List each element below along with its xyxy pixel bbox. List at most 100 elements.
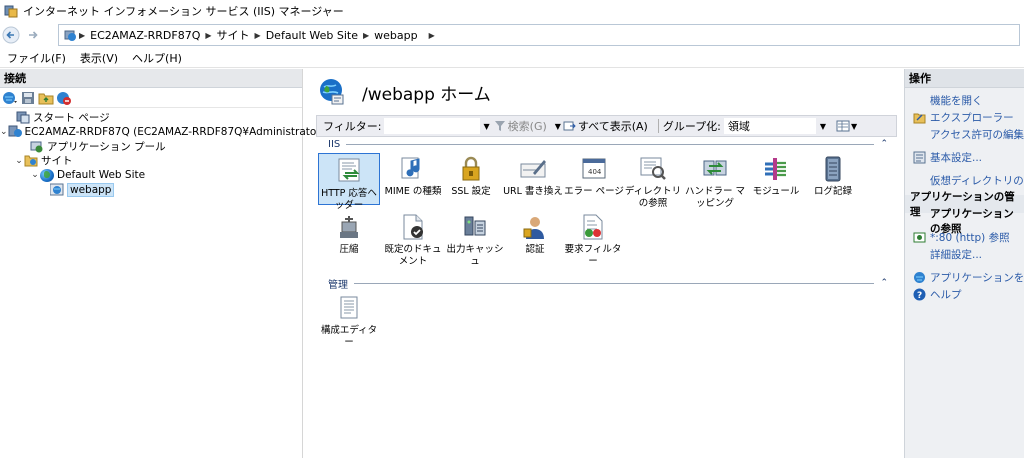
group-by-select[interactable]: 領域 [723,118,816,134]
action-explore[interactable]: エクスプローラー [905,109,1024,126]
start-page-icon [16,111,30,124]
forward-arrow-icon [29,31,38,39]
tree-item-start-page[interactable]: スタート ページ [0,110,302,125]
collapse-icon[interactable]: ⌃ [880,278,888,288]
action-advanced-settings[interactable]: 詳細設定... [905,246,1024,263]
menu-bar: ファイル(F) 表示(V) ヘルプ(H) [0,48,1024,68]
tree-item-default-web-site[interactable]: ⌄ Default Web Site [0,168,302,183]
filter-dropdown-icon[interactable]: ▼ [484,122,490,131]
feature-http-response-headers[interactable]: HTTP 応答ヘッダー [318,153,380,211]
save-icon[interactable] [20,90,36,106]
feature-compression[interactable]: 圧縮 [318,213,380,256]
feature-mime-types[interactable]: MIME の種類 [382,155,444,198]
feature-label: URL 書き換え [503,186,563,197]
action-app-gallery[interactable]: アプリケーションをギャラリーに [905,269,1024,286]
breadcrumb-webapp[interactable]: webapp [369,29,422,42]
action-help-label: ヘルプ [930,289,962,301]
feature-directory-browsing[interactable]: ディレクトリの参照 [622,155,684,210]
view-tiles-icon [836,120,850,132]
feature-label: エラー ページ [564,186,624,197]
group-by-dropdown-icon[interactable]: ▼ [820,122,826,131]
action-app-gallery-label: アプリケーションをギャラリーに [930,272,1024,284]
tree-item-app-pools[interactable]: アプリケーション プール [0,139,302,154]
menu-file[interactable]: ファイル(F) [0,50,73,66]
collapse-icon[interactable]: ⌃ [880,139,888,149]
connections-header: 接続 [0,69,302,88]
breadcrumb[interactable]: ▶ EC2AMAZ-RRDF87Q ▶ サイト ▶ Default Web Si… [58,24,1020,46]
default-document-icon [399,213,427,241]
breadcrumb-default-web-site[interactable]: Default Web Site [261,29,363,42]
gallery-icon [913,271,926,284]
feature-label: ログ記録 [813,186,852,197]
feature-output-caching[interactable]: 出力キャッシュ [444,213,506,268]
search-button[interactable]: 検索(G) [494,118,547,134]
feature-label: HTTP 応答ヘッダー [321,188,377,211]
feature-request-filtering[interactable]: 要求フィルター [562,213,624,268]
connect-globe-icon[interactable] [2,90,18,106]
chevron-down-icon[interactable]: ⌄ [0,127,8,137]
up-folder-icon[interactable] [38,90,54,106]
url-rewrite-icon [519,155,547,183]
action-open-feature[interactable]: 機能を開く [905,92,1024,109]
search-dropdown-icon[interactable]: ▼ [555,122,561,131]
feature-authentication[interactable]: 認証 [504,213,566,256]
tree-item-server[interactable]: ⌄ EC2AMAZ-RRDF87Q (EC2AMAZ-RRDF87Q¥Admin… [0,125,325,140]
feature-label: 出力キャッシュ [446,244,504,267]
search-button-label: 検索(G) [507,120,547,133]
server-icon [63,28,77,42]
section-management-header[interactable]: 管理 ⌃ [316,276,888,291]
view-mode-button[interactable]: ▼ [836,120,857,132]
breadcrumb-server[interactable]: EC2AMAZ-RRDF87Q [85,29,205,42]
authentication-icon [521,213,549,241]
filter-input[interactable] [383,118,480,134]
action-help[interactable]: ? ヘルプ [905,286,1024,303]
settings-icon [913,151,926,164]
breadcrumb-dropdown-arrow[interactable]: ▶ [429,31,435,40]
iis-manager-window: インターネット インフォメーション サービス (IIS) マネージャー ▶ EC… [0,0,1024,458]
feature-modules[interactable]: モジュール [745,155,807,198]
feature-label: 圧縮 [339,244,359,255]
logging-icon [819,155,847,183]
feature-error-pages[interactable]: 404 エラー ページ [563,155,625,198]
disconnect-icon[interactable] [56,90,72,106]
action-view-virtual-dirs[interactable]: 仮想ディレクトリの表示 [905,172,1024,189]
show-all-button[interactable]: すべて表示(A) [563,118,648,134]
feature-logging[interactable]: ログ記録 [802,155,864,198]
feature-url-rewrite[interactable]: URL 書き換え [502,155,564,198]
action-edit-permissions[interactable]: アクセス許可の編集... [905,126,1024,143]
action-browse-http[interactable]: *:80 (http) 参照 [905,229,1024,246]
tree-item-webapp[interactable]: webapp [0,182,302,198]
chevron-down-icon[interactable]: ⌄ [14,156,24,166]
tree-item-sites[interactable]: ⌄ サイト [0,154,302,169]
group-by-label: グループ化: [662,120,721,133]
web-application-icon [49,183,64,196]
http-response-headers-icon [335,157,363,185]
features-view: /webapp ホーム フィルター: ▼ 検索(G) ▼ すべて表示(A) グル… [310,69,898,458]
feature-label: ディレクトリの参照 [624,186,682,209]
feature-default-document[interactable]: 既定のドキュメント [382,213,444,268]
section-iis-header[interactable]: IIS ⌃ [316,137,888,151]
app-pools-icon [30,140,44,153]
chevron-down-icon[interactable]: ⌄ [30,170,40,180]
section-management-title: 管理 [328,279,348,291]
explore-icon [913,111,926,124]
feature-handler-mappings[interactable]: ハンドラー マッピング [684,155,746,210]
feature-configuration-editor[interactable]: 構成エディター [318,294,380,349]
svg-text:404: 404 [588,168,602,176]
browse-icon [913,231,926,244]
menu-help[interactable]: ヘルプ(H) [125,50,189,66]
actions-header: 操作 [905,69,1024,88]
actions-pane: 操作 機能を開く エクスプローラー アクセス許可の編集... 基本設定... 仮… [904,69,1024,458]
window-title: インターネット インフォメーション サービス (IIS) マネージャー [23,5,344,18]
action-explore-label: エクスプローラー [930,112,1014,124]
back-button[interactable] [0,24,22,46]
menu-view[interactable]: 表示(V) [73,50,125,66]
title-bar: インターネット インフォメーション サービス (IIS) マネージャー [0,0,1024,22]
section-iis-title: IIS [328,138,341,150]
breadcrumb-sites[interactable]: サイト [212,27,255,43]
address-bar: ▶ EC2AMAZ-RRDF87Q ▶ サイト ▶ Default Web Si… [0,22,1024,48]
action-basic-settings[interactable]: 基本設定... [905,149,1024,166]
forward-button[interactable] [22,24,44,46]
show-all-icon [563,121,576,131]
feature-ssl-settings[interactable]: SSL 設定 [440,155,502,198]
